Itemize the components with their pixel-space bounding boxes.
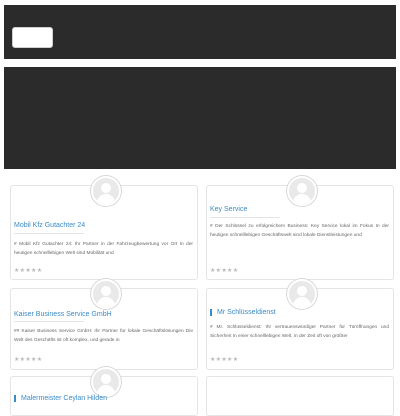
rating-stars-icon: ★★★★★ <box>210 357 239 363</box>
card-description: # Mobil Kfz Gutachter 24: Ihr Partner in… <box>14 242 193 256</box>
rating-stars-icon: ★★★★★ <box>210 268 239 274</box>
card-title[interactable]: Mobil Kfz Gutachter 24 <box>14 222 85 229</box>
avatar-icon <box>287 279 317 309</box>
top-navigation-bar <box>4 5 396 59</box>
title-underline <box>14 233 84 234</box>
menu-button[interactable] <box>12 27 53 48</box>
card-title[interactable]: Malermeister Ceylan Hilden <box>14 395 107 402</box>
avatar-icon <box>287 176 317 206</box>
hero-banner <box>4 67 396 169</box>
rating-stars-icon: ★★★★★ <box>14 268 43 274</box>
avatar-icon <box>91 176 121 206</box>
card-title[interactable]: Kaiser Business Service GmbH <box>14 311 112 318</box>
business-card-malermeister-ceylan[interactable]: Malermeister Ceylan Hilden <box>10 367 198 416</box>
business-card-placeholder[interactable] <box>206 376 394 416</box>
card-title[interactable]: Key Service <box>210 206 247 213</box>
title-underline <box>210 217 280 218</box>
business-card-mobil-kfz-gutachter[interactable]: Mobil Kfz Gutachter 24 # Mobil Kfz Gutac… <box>10 176 198 280</box>
avatar-icon <box>91 279 121 309</box>
business-card-kaiser-business-service[interactable]: Kaiser Business Service GmbH ## Kaiser B… <box>10 279 198 370</box>
business-card-mr-schluesseldienst[interactable]: Mr Schlüsseldienst # Mr. Schlüsseldienst… <box>206 279 394 370</box>
card-description: ## Kaiser Business Service GmbH: Ihr Par… <box>14 329 193 343</box>
rating-stars-icon: ★★★★★ <box>14 357 43 363</box>
avatar-icon <box>91 367 121 397</box>
business-card-key-service[interactable]: Key Service # Der Schlüssel zu erfolgrei… <box>206 176 394 280</box>
card-description: # Mr. Schlüsseldienst: Ihr vertrauenswür… <box>210 325 389 339</box>
title-underline <box>14 321 84 322</box>
card-title[interactable]: Mr Schlüsseldienst <box>210 309 276 316</box>
card-description: # Der Schlüssel zu erfolgreichem Busines… <box>210 224 389 238</box>
